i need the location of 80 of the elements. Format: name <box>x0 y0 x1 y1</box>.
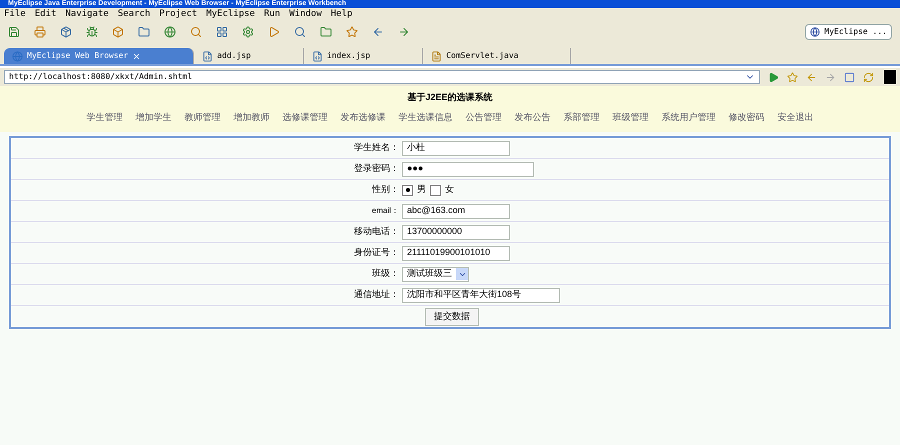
menu-item[interactable]: Search <box>118 8 150 22</box>
field-label: 登录密码： <box>353 162 400 176</box>
file-icon <box>312 50 323 62</box>
nav-link[interactable]: 系部管理 <box>564 110 600 124</box>
nav-link[interactable]: 教师管理 <box>184 110 220 124</box>
input-field[interactable]: 13700000000 <box>402 224 510 240</box>
menu-item[interactable]: Run <box>264 8 280 22</box>
input-field[interactable]: 小杜 <box>402 140 510 156</box>
nav-link[interactable]: 公告管理 <box>466 110 502 124</box>
nav-link[interactable]: 选修课管理 <box>282 110 328 124</box>
field-label: 性别： <box>370 183 400 196</box>
address-field[interactable]: http://localhost:8080/xkxt/Admin.shtml <box>4 70 760 84</box>
perspective-label: MyEclipse ... <box>824 26 887 38</box>
input-field[interactable]: ●●● <box>402 162 534 176</box>
tab-label: index.jsp <box>326 50 370 62</box>
nav-link[interactable]: 发布选修课 <box>340 110 386 124</box>
toolbar-icon[interactable] <box>164 26 176 38</box>
menu-item[interactable]: Edit <box>34 8 56 22</box>
menu-item[interactable]: MyEclipse <box>206 8 255 22</box>
nav-link[interactable]: 班级管理 <box>612 110 648 124</box>
input-field[interactable]: 21111019900101010 <box>402 246 510 260</box>
submit-button[interactable]: 提交数据 <box>425 308 479 326</box>
toolbar-icon[interactable] <box>8 26 20 38</box>
nav-link[interactable]: 学生管理 <box>86 110 122 124</box>
file-icon <box>431 50 442 62</box>
nav-link[interactable]: 安全退出 <box>778 110 814 124</box>
menu-item[interactable]: Window <box>289 8 322 22</box>
toolbar-icon[interactable] <box>242 26 254 38</box>
toolbar-icon[interactable] <box>112 26 124 38</box>
input-field[interactable]: 沈阳市和平区青年大街108号 <box>402 288 560 302</box>
address-text: http://localhost:8080/xkxt/Admin.shtml <box>9 71 194 83</box>
nav-link[interactable]: 增加学生 <box>136 110 172 124</box>
field-label: 通信地址： <box>353 288 400 302</box>
forward-icon[interactable] <box>825 72 836 82</box>
perspective-button[interactable]: MyEclipse ... <box>805 24 892 40</box>
toolbar-icon[interactable] <box>216 26 228 38</box>
nav-link[interactable]: 发布公告 <box>514 110 550 124</box>
toolbar-icon[interactable] <box>372 26 384 38</box>
toolbar-icon[interactable] <box>320 26 332 38</box>
nav-link[interactable]: 学生选课信息 <box>398 110 452 124</box>
refresh-icon[interactable] <box>863 72 874 82</box>
toolbar-icon[interactable] <box>190 26 202 38</box>
go-icon[interactable] <box>768 72 779 82</box>
back-icon[interactable] <box>806 72 817 82</box>
page-title: 基于J2EE的选课系统 <box>407 91 493 104</box>
menu-item[interactable]: File <box>4 8 26 22</box>
toolbar-icon[interactable] <box>294 26 306 38</box>
radio-button[interactable] <box>402 184 413 196</box>
menu-item[interactable]: Project <box>159 8 198 22</box>
class-select[interactable]: 测试班级三 <box>402 266 469 282</box>
input-field[interactable]: abc@163.com <box>402 204 510 218</box>
close-icon[interactable] <box>132 52 142 60</box>
radio-label: 男 <box>417 183 426 196</box>
field-label: 身份证号： <box>353 246 400 260</box>
toolbar-icon[interactable] <box>138 26 150 38</box>
toolbar-icon[interactable] <box>34 26 46 38</box>
toolbar-icon[interactable] <box>60 26 72 38</box>
radio-label: 女 <box>445 183 454 196</box>
radio-button[interactable] <box>430 184 441 196</box>
nav-link[interactable]: 修改密码 <box>728 110 764 124</box>
toolbar-icon[interactable] <box>398 26 410 38</box>
nav-link[interactable]: 增加教师 <box>234 110 270 124</box>
editor-tab[interactable]: MyEclipse Web Browser <box>4 48 194 64</box>
file-icon <box>202 50 214 62</box>
nav-link[interactable]: 系统用户管理 <box>662 110 716 124</box>
stop-icon[interactable] <box>844 72 855 82</box>
star-icon[interactable] <box>787 72 798 82</box>
field-label: 学生姓名： <box>353 141 400 154</box>
field-label: 移动电话： <box>353 225 400 238</box>
tab-label: add.jsp <box>217 50 251 62</box>
toolbar-icon[interactable] <box>268 26 280 38</box>
field-label: email： <box>370 205 400 217</box>
tab-label: MyEclipse Web Browser <box>27 50 128 62</box>
toolbar-icon[interactable] <box>346 26 358 38</box>
color-swatch[interactable] <box>884 70 896 84</box>
menu-item[interactable]: Help <box>330 8 352 22</box>
tab-label: ComServlet.java <box>446 50 518 62</box>
field-label: 班级： <box>371 267 400 280</box>
toolbar-icon[interactable] <box>86 26 98 38</box>
menu-item[interactable]: Navigate <box>65 8 109 22</box>
